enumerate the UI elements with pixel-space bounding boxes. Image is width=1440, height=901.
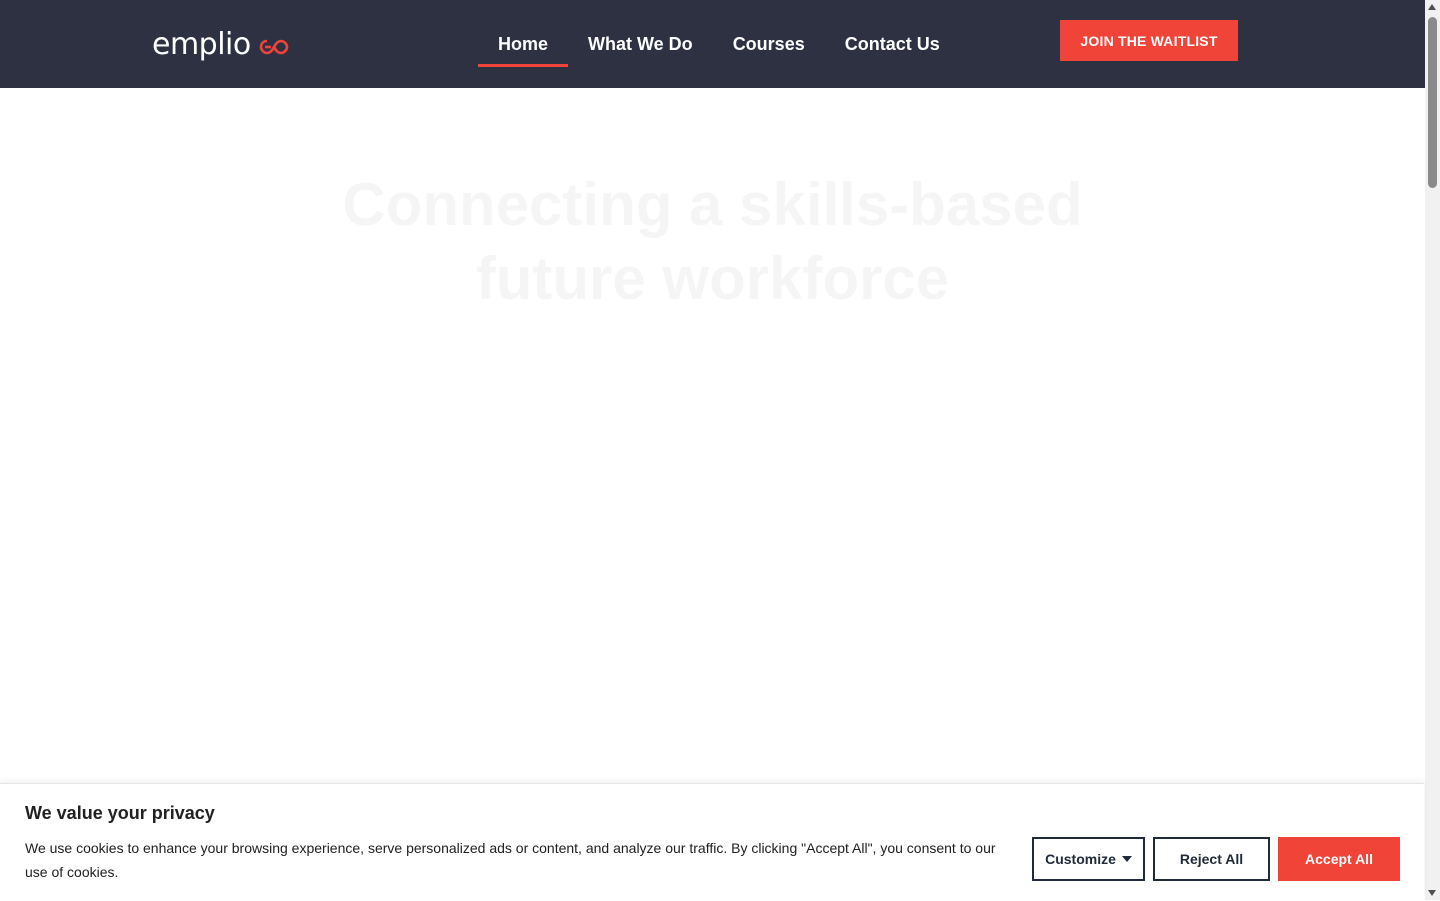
cookie-consent-banner: We value your privacy We use cookies to … [0, 783, 1424, 901]
site-header: emplio Home What We Do Courses Contact U… [0, 0, 1425, 88]
scroll-down-arrow-icon[interactable] [1428, 890, 1436, 896]
customize-label: Customize [1045, 851, 1116, 867]
join-waitlist-button[interactable]: JOIN THE WAITLIST [1060, 20, 1238, 61]
reject-all-button[interactable]: Reject All [1153, 837, 1270, 881]
nav-what-we-do-label: What We Do [588, 33, 693, 54]
cookie-title: We value your privacy [25, 803, 215, 823]
caret-down-icon [1121, 856, 1132, 862]
scroll-up-arrow-icon[interactable] [1428, 4, 1436, 10]
nav-home[interactable]: Home [478, 0, 569, 88]
hero-title: Connecting a skills-based future workfor… [0, 168, 1425, 316]
accept-all-button[interactable]: Accept All [1278, 837, 1400, 881]
hero-title-line-2: future workforce [0, 242, 1425, 316]
logo[interactable]: emplio [152, 26, 289, 62]
page-scrollbar[interactable] [1425, 0, 1440, 900]
nav-contact-us-label: Contact Us [844, 33, 940, 54]
logo-wordmark: emplio [152, 26, 251, 62]
scrollbar-thumb[interactable] [1428, 17, 1437, 188]
cookie-description: We use cookies to enhance your browsing … [25, 840, 996, 880]
nav-contact-us[interactable]: Contact Us [825, 0, 960, 88]
nav-courses[interactable]: Courses [713, 0, 825, 88]
nav-courses-label: Courses [732, 33, 805, 54]
customize-button[interactable]: Customize [1032, 837, 1145, 881]
infinity-mark-icon [259, 39, 289, 55]
nav-what-we-do[interactable]: What We Do [568, 0, 713, 88]
hero-title-line-1: Connecting a skills-based [0, 168, 1425, 242]
main-nav: Home What We Do Courses Contact Us [478, 0, 960, 88]
nav-home-label: Home [498, 33, 549, 54]
